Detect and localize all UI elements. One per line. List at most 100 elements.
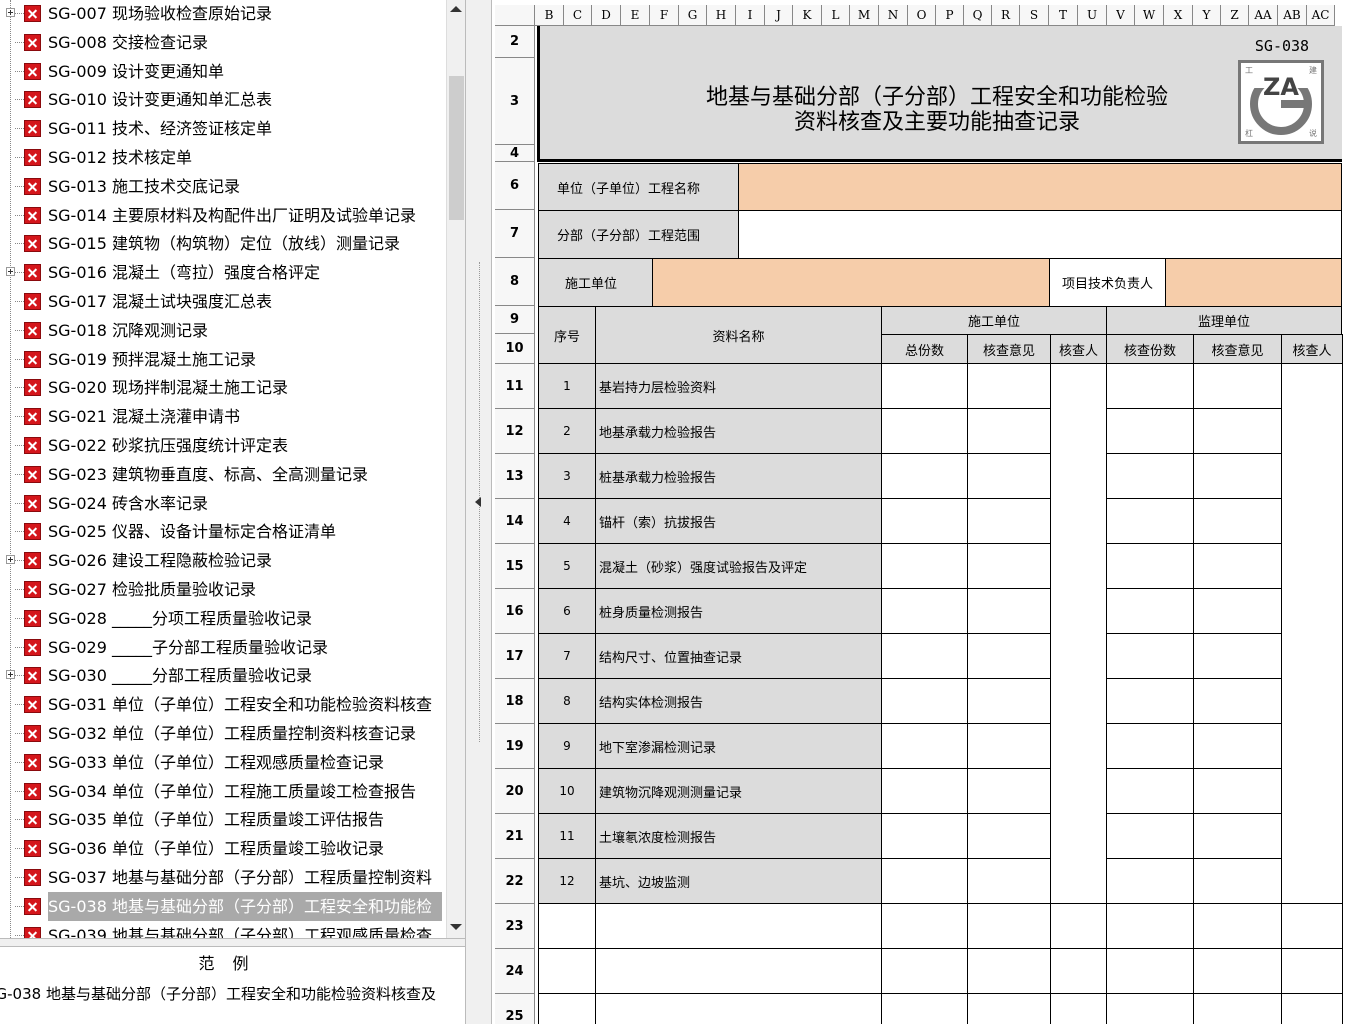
- column-header[interactable]: Q: [964, 5, 992, 26]
- column-header[interactable]: M: [850, 5, 879, 26]
- column-header[interactable]: AA: [1249, 5, 1278, 26]
- supervisor-reviewer-merged[interactable]: [1281, 363, 1343, 904]
- check-cell[interactable]: [1106, 633, 1194, 679]
- tree-item[interactable]: SG-033 单位（子单位）工程观感质量检查记录: [0, 748, 446, 777]
- column-header[interactable]: T: [1049, 5, 1078, 26]
- column-header[interactable]: O: [908, 5, 936, 26]
- check-cell[interactable]: [1193, 993, 1282, 1024]
- check-cell[interactable]: [881, 993, 968, 1024]
- column-header[interactable]: K: [793, 5, 822, 26]
- check-cell[interactable]: [1193, 498, 1282, 544]
- check-cell[interactable]: [881, 948, 968, 994]
- tree-item[interactable]: SG-038 地基与基础分部（子分部）工程安全和功能检: [0, 891, 446, 921]
- tree-item[interactable]: SG-025 仪器、设备计量标定合格证清单: [0, 517, 446, 546]
- column-header[interactable]: I: [736, 5, 765, 26]
- tree-item[interactable]: SG-020 现场拌制混凝土施工记录: [0, 373, 446, 402]
- column-header[interactable]: C: [564, 5, 592, 26]
- row-header[interactable]: 10: [495, 334, 535, 364]
- row-header[interactable]: 24: [495, 949, 535, 994]
- row-header[interactable]: 7: [495, 210, 535, 258]
- check-cell[interactable]: [881, 588, 968, 634]
- expand-plus-icon[interactable]: [6, 267, 15, 277]
- tree-item[interactable]: SG-030 _____分部工程质量验收记录: [0, 661, 446, 690]
- row-header[interactable]: 25: [495, 994, 535, 1024]
- row-header[interactable]: 19: [495, 724, 535, 769]
- row-header[interactable]: 2: [495, 26, 535, 58]
- row-header[interactable]: 23: [495, 904, 535, 949]
- column-header[interactable]: W: [1135, 5, 1164, 26]
- check-cell[interactable]: [881, 453, 968, 499]
- column-header[interactable]: B: [535, 5, 564, 26]
- check-cell[interactable]: [1193, 813, 1282, 859]
- select-all-corner[interactable]: [495, 5, 535, 26]
- check-cell[interactable]: [967, 588, 1051, 634]
- check-cell[interactable]: [1050, 903, 1107, 949]
- expand-plus-icon[interactable]: [6, 555, 15, 565]
- check-cell[interactable]: [1193, 723, 1282, 769]
- column-header[interactable]: R: [992, 5, 1020, 26]
- column-header[interactable]: U: [1078, 5, 1107, 26]
- expand-plus-icon[interactable]: [6, 8, 15, 17]
- check-cell[interactable]: [881, 543, 968, 589]
- check-cell[interactable]: [881, 498, 968, 544]
- tree-item[interactable]: SG-036 单位（子单位）工程质量竣工验收记录: [0, 834, 446, 863]
- tree-item[interactable]: SG-017 混凝土试块强度汇总表: [0, 287, 446, 316]
- check-cell[interactable]: [1193, 948, 1282, 994]
- check-cell[interactable]: [967, 858, 1051, 904]
- check-cell[interactable]: [1106, 768, 1194, 814]
- check-cell[interactable]: [1106, 813, 1194, 859]
- column-header[interactable]: Y: [1193, 5, 1221, 26]
- tree-item[interactable]: SG-014 主要原材料及构配件出厂证明及试验单记录: [0, 201, 446, 230]
- tree-item[interactable]: SG-035 单位（子单位）工程质量竣工评估报告: [0, 805, 446, 834]
- vertical-splitter[interactable]: [465, 0, 492, 1024]
- check-cell[interactable]: [967, 363, 1051, 409]
- check-cell[interactable]: [1193, 363, 1282, 409]
- check-cell[interactable]: [967, 903, 1051, 949]
- column-header[interactable]: N: [879, 5, 908, 26]
- row-header[interactable]: 4: [495, 145, 535, 162]
- row-header[interactable]: 22: [495, 859, 535, 904]
- tree-item[interactable]: SG-037 地基与基础分部（子分部）工程质量控制资料: [0, 863, 446, 892]
- tree-item[interactable]: SG-029 _____子分部工程质量验收记录: [0, 633, 446, 662]
- tree-item[interactable]: SG-013 施工技术交底记录: [0, 172, 446, 201]
- check-cell[interactable]: [967, 543, 1051, 589]
- check-cell[interactable]: [1106, 588, 1194, 634]
- row-header[interactable]: 3: [495, 58, 535, 145]
- check-cell[interactable]: [967, 948, 1051, 994]
- check-cell[interactable]: [881, 723, 968, 769]
- check-cell[interactable]: [1193, 768, 1282, 814]
- collapse-arrow-icon[interactable]: [475, 497, 481, 507]
- scroll-down-arrow[interactable]: [450, 924, 462, 930]
- tree-scrollbar[interactable]: [446, 0, 465, 938]
- row-header[interactable]: 17: [495, 634, 535, 679]
- column-header[interactable]: G: [679, 5, 707, 26]
- column-header[interactable]: AC: [1307, 5, 1335, 26]
- scroll-thumb[interactable]: [449, 76, 464, 220]
- row-header[interactable]: 8: [495, 258, 535, 306]
- tree-item[interactable]: SG-007 现场验收检查原始记录: [0, 0, 446, 28]
- check-cell[interactable]: [1106, 498, 1194, 544]
- check-cell[interactable]: [1106, 858, 1194, 904]
- column-header[interactable]: V: [1107, 5, 1135, 26]
- tree-item[interactable]: SG-018 沉降观测记录: [0, 316, 446, 345]
- row-header[interactable]: 18: [495, 679, 535, 724]
- row-header[interactable]: 12: [495, 409, 535, 454]
- check-cell[interactable]: [1106, 543, 1194, 589]
- check-cell[interactable]: [1281, 993, 1343, 1024]
- check-cell[interactable]: [881, 813, 968, 859]
- tree-item[interactable]: SG-024 砖含水率记录: [0, 489, 446, 518]
- check-cell[interactable]: [881, 858, 968, 904]
- check-cell[interactable]: [1106, 723, 1194, 769]
- tree-item[interactable]: SG-016 混凝土（弯拉）强度合格评定: [0, 258, 446, 287]
- row-header[interactable]: 16: [495, 589, 535, 634]
- row-header[interactable]: 11: [495, 364, 535, 409]
- check-cell[interactable]: [1050, 993, 1107, 1024]
- row-header[interactable]: 21: [495, 814, 535, 859]
- tree-item[interactable]: SG-010 设计变更通知单汇总表: [0, 85, 446, 114]
- check-cell[interactable]: [967, 813, 1051, 859]
- row-header[interactable]: 14: [495, 499, 535, 544]
- check-cell[interactable]: [1106, 903, 1194, 949]
- column-header[interactable]: H: [707, 5, 736, 26]
- column-header[interactable]: L: [822, 5, 850, 26]
- check-cell[interactable]: [881, 633, 968, 679]
